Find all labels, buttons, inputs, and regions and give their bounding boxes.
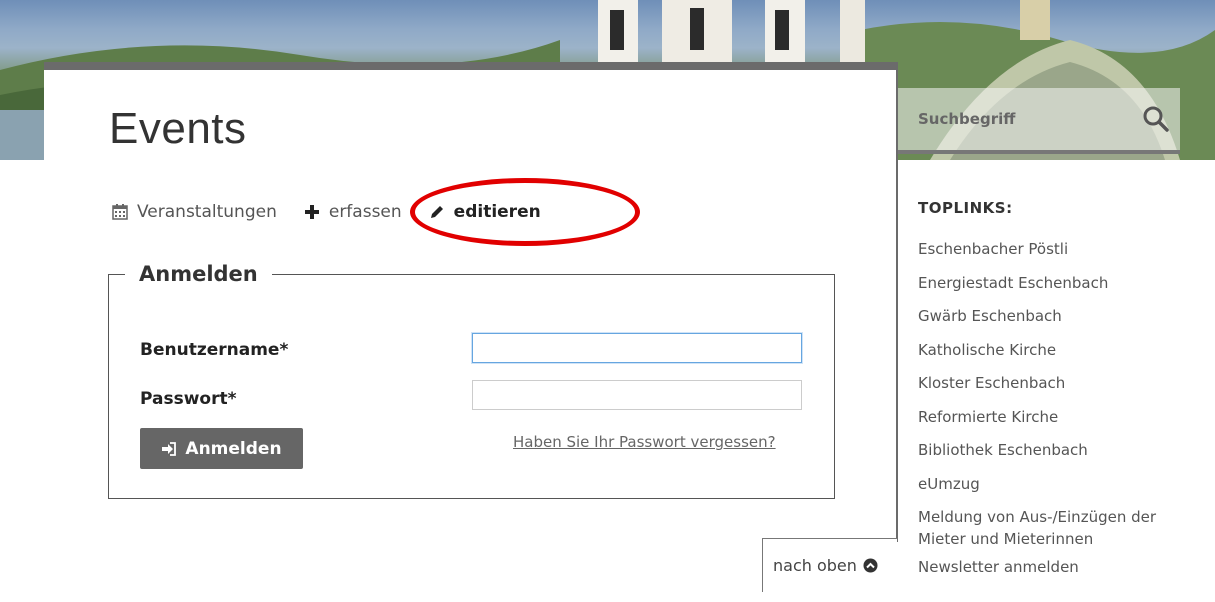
toplink-item[interactable]: Reformierte Kirche <box>918 406 1208 428</box>
calendar-icon <box>112 204 128 220</box>
login-legend: Anmelden <box>139 262 258 286</box>
search-input[interactable] <box>898 109 1142 129</box>
password-field[interactable] <box>472 380 802 410</box>
toplink-item[interactable]: Katholische Kirche <box>918 339 1208 361</box>
search-bar <box>898 88 1180 154</box>
toplink-item[interactable]: Bibliothek Eschenbach <box>918 439 1208 461</box>
toplink-item[interactable]: Energiestadt Eschenbach <box>918 272 1208 294</box>
search-icon[interactable] <box>1142 105 1170 133</box>
toplinks-list: Eschenbacher Pöstli Energiestadt Eschenb… <box>918 238 1208 590</box>
tab-veranstaltungen[interactable]: Veranstaltungen <box>111 202 277 222</box>
page-title: Events <box>109 104 247 153</box>
circle-chevron-up-icon <box>863 558 878 573</box>
toplink-item[interactable]: eUmzug <box>918 473 1208 495</box>
username-field[interactable] <box>472 333 802 363</box>
username-label: Benutzername* <box>140 340 289 360</box>
toplink-item[interactable]: Kloster Eschenbach <box>918 372 1208 394</box>
tab-label: erfassen <box>328 202 402 222</box>
toplink-item[interactable]: Meldung von Aus-/Einzügen der Mieter und… <box>918 506 1208 550</box>
password-label: Passwort* <box>140 389 237 409</box>
toplink-item[interactable]: Gwärb Eschenbach <box>918 305 1208 327</box>
toplink-item[interactable]: Newsletter anmelden <box>918 556 1208 578</box>
toplink-item[interactable]: Eschenbacher Pöstli <box>918 238 1208 260</box>
tab-label: Veranstaltungen <box>137 202 277 222</box>
login-button[interactable]: Anmelden <box>140 428 303 469</box>
toplinks-heading: TOPLINKS: <box>918 199 1013 217</box>
back-to-top-link[interactable]: nach oben <box>762 538 897 592</box>
back-to-top-label: nach oben <box>773 556 857 575</box>
sign-in-icon <box>162 441 177 456</box>
tab-erfassen[interactable]: erfassen <box>303 202 402 222</box>
login-button-label: Anmelden <box>185 438 282 459</box>
red-highlight-annotation <box>410 178 640 246</box>
plus-icon <box>304 205 319 219</box>
forgot-password-link[interactable]: Haben Sie Ihr Passwort vergessen? <box>513 433 776 451</box>
